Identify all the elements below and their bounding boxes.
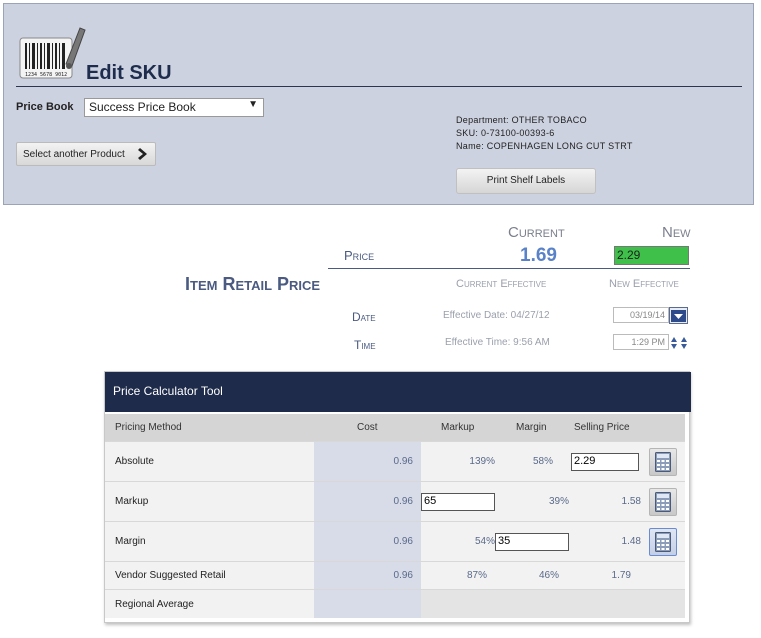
margin-value: 46%: [538, 570, 559, 581]
new-time-input[interactable]: 1:29 PM: [613, 334, 669, 350]
margin-percent-input[interactable]: 35: [495, 533, 569, 551]
price-label: Price: [344, 248, 375, 263]
markup-calculate-button[interactable]: [649, 488, 677, 516]
price-book-value: Success Price Book: [89, 100, 196, 114]
selling-price-value: 1.48: [621, 536, 641, 547]
select-product-label: Select another Product: [23, 149, 125, 160]
new-effective-header: New Effective: [609, 278, 679, 290]
method-label: Vendor Suggested Retail: [115, 570, 226, 581]
calculator-icon: [655, 452, 671, 472]
method-label: Absolute: [115, 456, 154, 467]
current-column-header: Current: [508, 224, 565, 241]
date-label: Date: [352, 310, 376, 324]
column-header-cost: Cost: [357, 422, 378, 433]
margin-value: 58%: [532, 456, 553, 467]
header-panel: 1234 5678 9012 Edit SKU Price Book Succe…: [3, 3, 754, 205]
page: 1234 5678 9012 Edit SKU Price Book Succe…: [0, 0, 761, 638]
method-label: Regional Average: [115, 598, 194, 610]
time-spinner-icon[interactable]: [670, 336, 690, 350]
markup-value: 54%: [474, 536, 495, 547]
method-label: Markup: [115, 496, 149, 507]
current-price-value: 1.69: [520, 245, 557, 266]
new-column-header: New: [662, 224, 691, 241]
table-row: Vendor Suggested Retail 0.96 87% 46% 1.7…: [105, 562, 685, 590]
selling-price-value: 1.79: [611, 570, 631, 581]
select-another-product-button[interactable]: Select another Product: [16, 142, 156, 166]
selling-price-value: 1.58: [621, 496, 641, 507]
new-price-input[interactable]: 2.29: [614, 246, 689, 265]
product-name-text: Name: COPENHAGEN LONG CUT STRT: [456, 141, 633, 151]
calculator-title: Price Calculator Tool: [105, 372, 691, 412]
dropdown-arrow-icon: ▼: [248, 99, 258, 110]
cost-value: 0.96: [393, 456, 413, 467]
price-book-select[interactable]: Success Price Book ▼: [84, 98, 264, 117]
table-row: Absolute 0.96 139% 58% 2.29: [105, 442, 685, 482]
absolute-selling-price-input[interactable]: 2.29: [571, 453, 639, 471]
table-row: Margin 0.96 54% 35 1.48: [105, 522, 685, 562]
svg-text:1234 5678 9012: 1234 5678 9012: [25, 72, 67, 78]
margin-calculate-button[interactable]: [649, 528, 677, 556]
cost-column-shade: [314, 590, 421, 618]
margin-value: 39%: [548, 496, 569, 507]
title-divider: [16, 86, 742, 87]
calculator-icon: [655, 492, 671, 512]
print-shelf-labels-button[interactable]: Print Shelf Labels: [456, 168, 596, 194]
current-effective-time: Effective Time: 9:56 AM: [445, 337, 550, 348]
table-header-row: Pricing Method Cost Markup Margin Sellin…: [105, 414, 685, 442]
empty-row-shade: [421, 590, 685, 618]
current-effective-date: Effective Date: 04/27/12: [443, 310, 550, 321]
page-title: Edit SKU: [86, 62, 172, 84]
column-header-selling-price: Selling Price: [574, 422, 630, 433]
cost-value: 0.96: [393, 536, 413, 547]
current-effective-header: Current Effective: [456, 278, 547, 290]
calculator-table: Pricing Method Cost Markup Margin Sellin…: [105, 414, 691, 618]
product-info: Department: OTHER TOBACO SKU: 0-73100-00…: [456, 114, 633, 153]
column-header-margin: Margin: [516, 422, 547, 433]
time-label: Time: [354, 338, 376, 352]
calendar-icon[interactable]: [669, 307, 688, 324]
column-header-markup: Markup: [441, 422, 475, 433]
method-label: Margin: [115, 536, 146, 547]
markup-value: 139%: [469, 456, 495, 467]
price-calculator-panel: Price Calculator Tool Pricing Method Cos…: [104, 371, 691, 623]
markup-value: 87%: [466, 570, 487, 581]
chevron-right-icon: [138, 148, 147, 160]
price-divider: [328, 268, 690, 269]
cost-value: 0.96: [393, 570, 413, 581]
new-date-input[interactable]: 03/19/14: [613, 307, 669, 323]
column-header-method: Pricing Method: [115, 422, 182, 433]
absolute-calculate-button[interactable]: [649, 448, 677, 476]
price-book-label: Price Book: [16, 101, 74, 113]
table-row: Regional Average: [105, 590, 685, 618]
barcode-scanner-icon: 1234 5678 9012: [19, 27, 86, 79]
cost-value: 0.96: [393, 496, 413, 507]
calculator-icon: [655, 532, 671, 552]
markup-percent-input[interactable]: 65: [421, 493, 495, 511]
department-text: Department: OTHER TOBACO: [456, 115, 587, 125]
table-row: Markup 0.96 65 39% 1.58: [105, 482, 685, 522]
sku-text: SKU: 0-73100-00393-6: [456, 128, 555, 138]
item-retail-price-heading: Item Retail Price: [185, 274, 321, 294]
